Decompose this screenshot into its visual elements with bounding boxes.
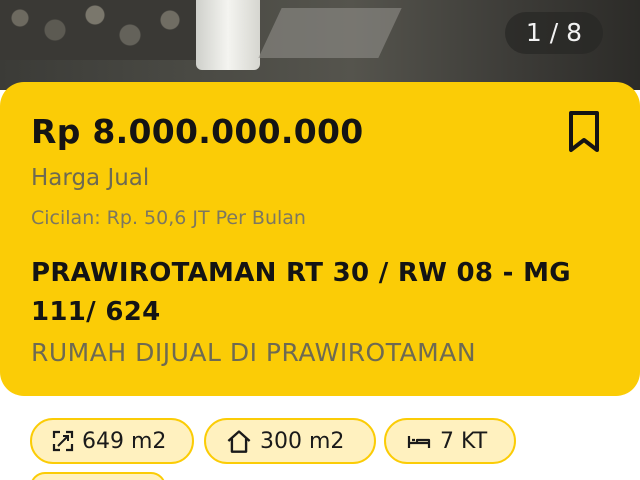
installment-text: Cicilan: Rp. 50,6 JT Per Bulan [31, 207, 306, 229]
spec-chip-building-area: 300 m2 [204, 418, 376, 464]
property-photo-gallery[interactable]: 1 / 8 [0, 0, 640, 90]
photo-counter-badge: 1 / 8 [505, 12, 603, 54]
listing-detail-page: 1 / 8 Rp 8.000.000.000 Harga Jual Cicila… [0, 0, 640, 480]
bed-icon [407, 436, 431, 448]
spec-chip-label: 300 m2 [260, 428, 345, 454]
photo-white-pillar [196, 0, 260, 70]
listing-title: PRAWIROTAMAN RT 30 / RW 08 - MG 111/ 624 [31, 258, 571, 327]
spec-chips: 649 m2 300 m2 7 KT [30, 418, 630, 468]
spec-chip-label: 649 m2 [82, 428, 167, 454]
photo-road [258, 8, 402, 58]
spec-chip-land-area: 649 m2 [30, 418, 194, 464]
spec-chip-label: 7 KT [440, 428, 488, 454]
listing-price: Rp 8.000.000.000 [31, 112, 364, 151]
bookmark-icon[interactable] [567, 110, 601, 154]
photo-stone-wall [0, 0, 200, 60]
listing-subtitle: RUMAH DIJUAL DI PRAWIROTAMAN [31, 338, 477, 367]
land-area-icon [52, 430, 74, 452]
listing-summary-card: Rp 8.000.000.000 Harga Jual Cicilan: Rp.… [0, 82, 640, 396]
building-area-icon [227, 430, 251, 453]
price-type-label: Harga Jual [31, 165, 150, 191]
spec-chip-bedrooms: 7 KT [384, 418, 516, 464]
spec-chip-partial [30, 472, 166, 480]
